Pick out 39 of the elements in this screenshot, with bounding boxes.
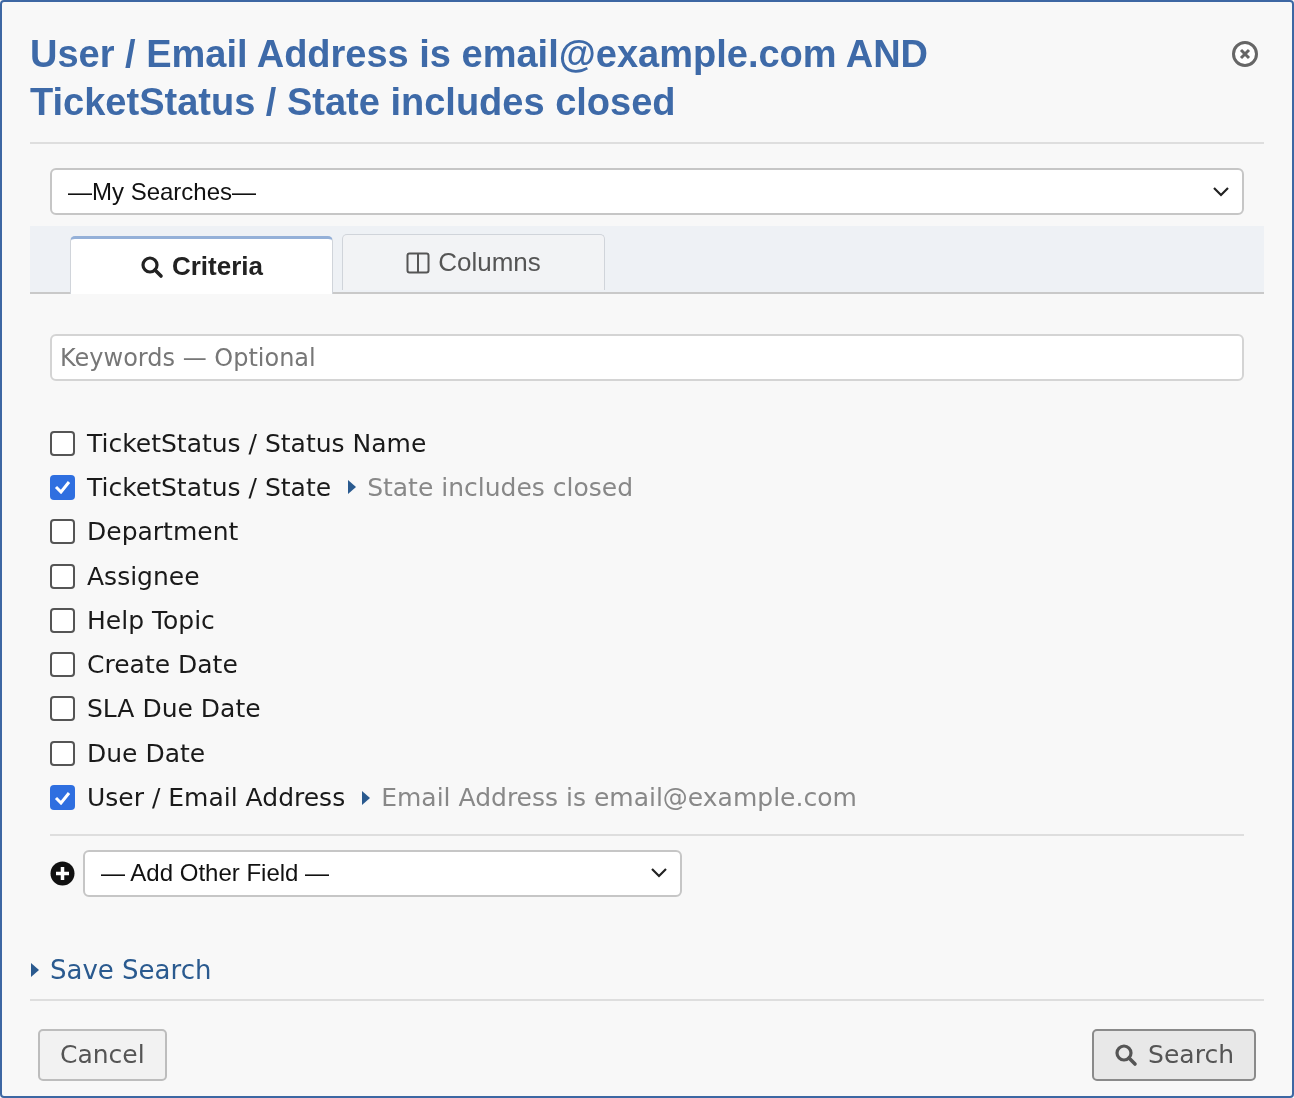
chevron-down-icon [1212,185,1230,198]
columns-icon [406,251,431,274]
checkmark-icon [54,790,71,805]
criterion-label: Assignee [87,561,200,591]
criterion-label: Create Date [87,650,238,680]
criterion-label: Department [87,517,239,547]
close-icon[interactable] [1231,40,1259,68]
caret-right-icon [347,479,358,496]
tab[interactable]: Criteria [70,236,333,294]
checkbox[interactable] [50,430,75,456]
criterion-label: TicketStatus / Status Name [87,428,427,458]
criterion-label: TicketStatus / State [87,472,332,502]
keywords-field[interactable]: Keywords — Optional [50,334,1244,381]
chevron-down-icon [650,867,668,880]
criterion-label: Help Topic [87,605,215,635]
tab[interactable]: Columns [342,234,605,290]
save-search-link[interactable]: Save Search [30,954,1264,985]
caret-right-icon [361,789,372,806]
checkbox[interactable] [50,696,75,722]
checkbox[interactable] [50,652,75,678]
checkbox[interactable] [50,740,75,766]
search-icon [139,254,164,279]
criterion-label: SLA Due Date [87,694,261,724]
search-icon [1114,1042,1139,1067]
checkbox[interactable] [50,607,75,633]
cancel-button[interactable]: Cancel [38,1028,167,1081]
checkbox[interactable] [50,563,75,589]
checkbox[interactable] [50,785,75,810]
checkbox[interactable] [50,519,75,545]
plus-circle-icon [50,860,75,886]
checkmark-icon [54,480,71,495]
search-button[interactable]: Search [1092,1028,1256,1081]
dialog-title: User / Email Address is email@example.com AND TicketStatus / State includes closed [30,32,929,125]
criterion-label: User / Email Address [87,783,346,812]
caret-right-icon [30,961,40,978]
add-field-select[interactable]: — Add Other Field — [83,849,682,897]
criterion-label: Due Date [87,738,206,768]
my-searches-select[interactable]: —My Searches— [50,168,1244,215]
checkbox[interactable] [50,474,75,500]
